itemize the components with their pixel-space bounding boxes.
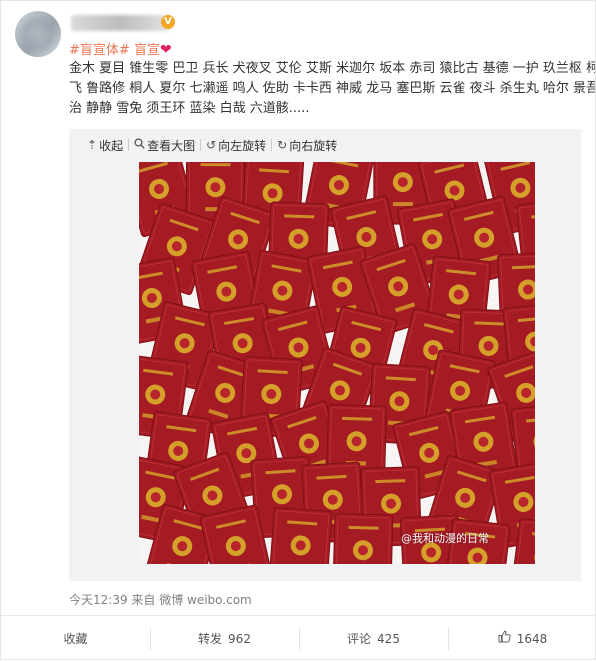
- avatar[interactable]: [15, 11, 61, 57]
- media-panel: ⇡ 收起 查看大图 ↺ 向左旋转 ↻ 向右旋转 @我和动漫的日常: [69, 129, 581, 581]
- rotate-left-button[interactable]: ↺ 向左旋转: [201, 137, 271, 154]
- heart-icon: ❤: [159, 42, 172, 58]
- favorite-label: 收藏: [63, 632, 88, 646]
- media-toolbar: ⇡ 收起 查看大图 ↺ 向左旋转 ↻ 向右旋转: [69, 129, 342, 161]
- post-meta: 今天12:39 来自 微博 weibo.com: [69, 593, 252, 607]
- post-body: 金木 夏目 锥生零 巴卫 兵长 犬夜叉 艾伦 艾斯 米迦尔 坂本 赤司 猿比古 …: [69, 59, 595, 119]
- image-watermark: @我和动漫的日常: [401, 532, 489, 545]
- certificate-booklet: [268, 507, 333, 564]
- favorite-button[interactable]: 收藏: [1, 616, 150, 661]
- comment-button[interactable]: 评论 425: [299, 616, 448, 661]
- verified-badge-icon: V: [161, 15, 175, 29]
- rotate-left-icon: ↺: [206, 138, 217, 152]
- rotate-right-button[interactable]: ↻ 向右旋转: [272, 137, 342, 154]
- collapse-icon: ⇡: [87, 138, 98, 152]
- weibo-post-card: V #盲宣体# 盲宣❤ 金木 夏目 锥生零 巴卫 兵长 犬夜叉 艾伦 艾斯 米迦…: [0, 0, 596, 660]
- magnifier-icon: [134, 138, 145, 152]
- rotate-right-icon: ↻: [277, 138, 288, 152]
- marriage-certificates-photo[interactable]: @我和动漫的日常: [139, 162, 535, 564]
- certificate-booklet: [332, 513, 394, 564]
- collapse-button[interactable]: ⇡ 收起: [69, 137, 128, 154]
- comment-label: 评论: [347, 632, 372, 646]
- post-line-2: 飞 鲁路修 桐人 夏尔 七濑遥 鸣人 佐助 卡卡西 神威 龙马 塞巴斯 云雀 夜…: [69, 81, 595, 96]
- action-bar: 收藏 转发 962 评论 425 1648: [1, 615, 596, 661]
- like-count: 1648: [516, 631, 548, 646]
- username-blurred[interactable]: [71, 15, 171, 31]
- post-line-3: 治 静静 雪兔 须王环 蓝染 白哉 六道骸.....: [69, 101, 310, 116]
- topic-link[interactable]: #盲宣体#: [69, 43, 130, 58]
- certificate-pile-image: [139, 162, 535, 564]
- post-line-1: 金木 夏目 锥生零 巴卫 兵长 犬夜叉 艾伦 艾斯 米迦尔 坂本 赤司 猿比古 …: [69, 61, 595, 76]
- like-button[interactable]: 1648: [448, 616, 596, 661]
- tagline-suffix: 盲宣: [133, 43, 160, 58]
- repost-label: 转发: [198, 632, 223, 646]
- repost-button[interactable]: 转发 962: [150, 616, 299, 661]
- view-large-button[interactable]: 查看大图: [129, 137, 200, 154]
- thumbs-up-icon: [498, 630, 511, 647]
- comment-count: 425: [377, 631, 400, 646]
- post-tagline: #盲宣体# 盲宣❤: [69, 39, 172, 58]
- repost-count: 962: [228, 631, 251, 646]
